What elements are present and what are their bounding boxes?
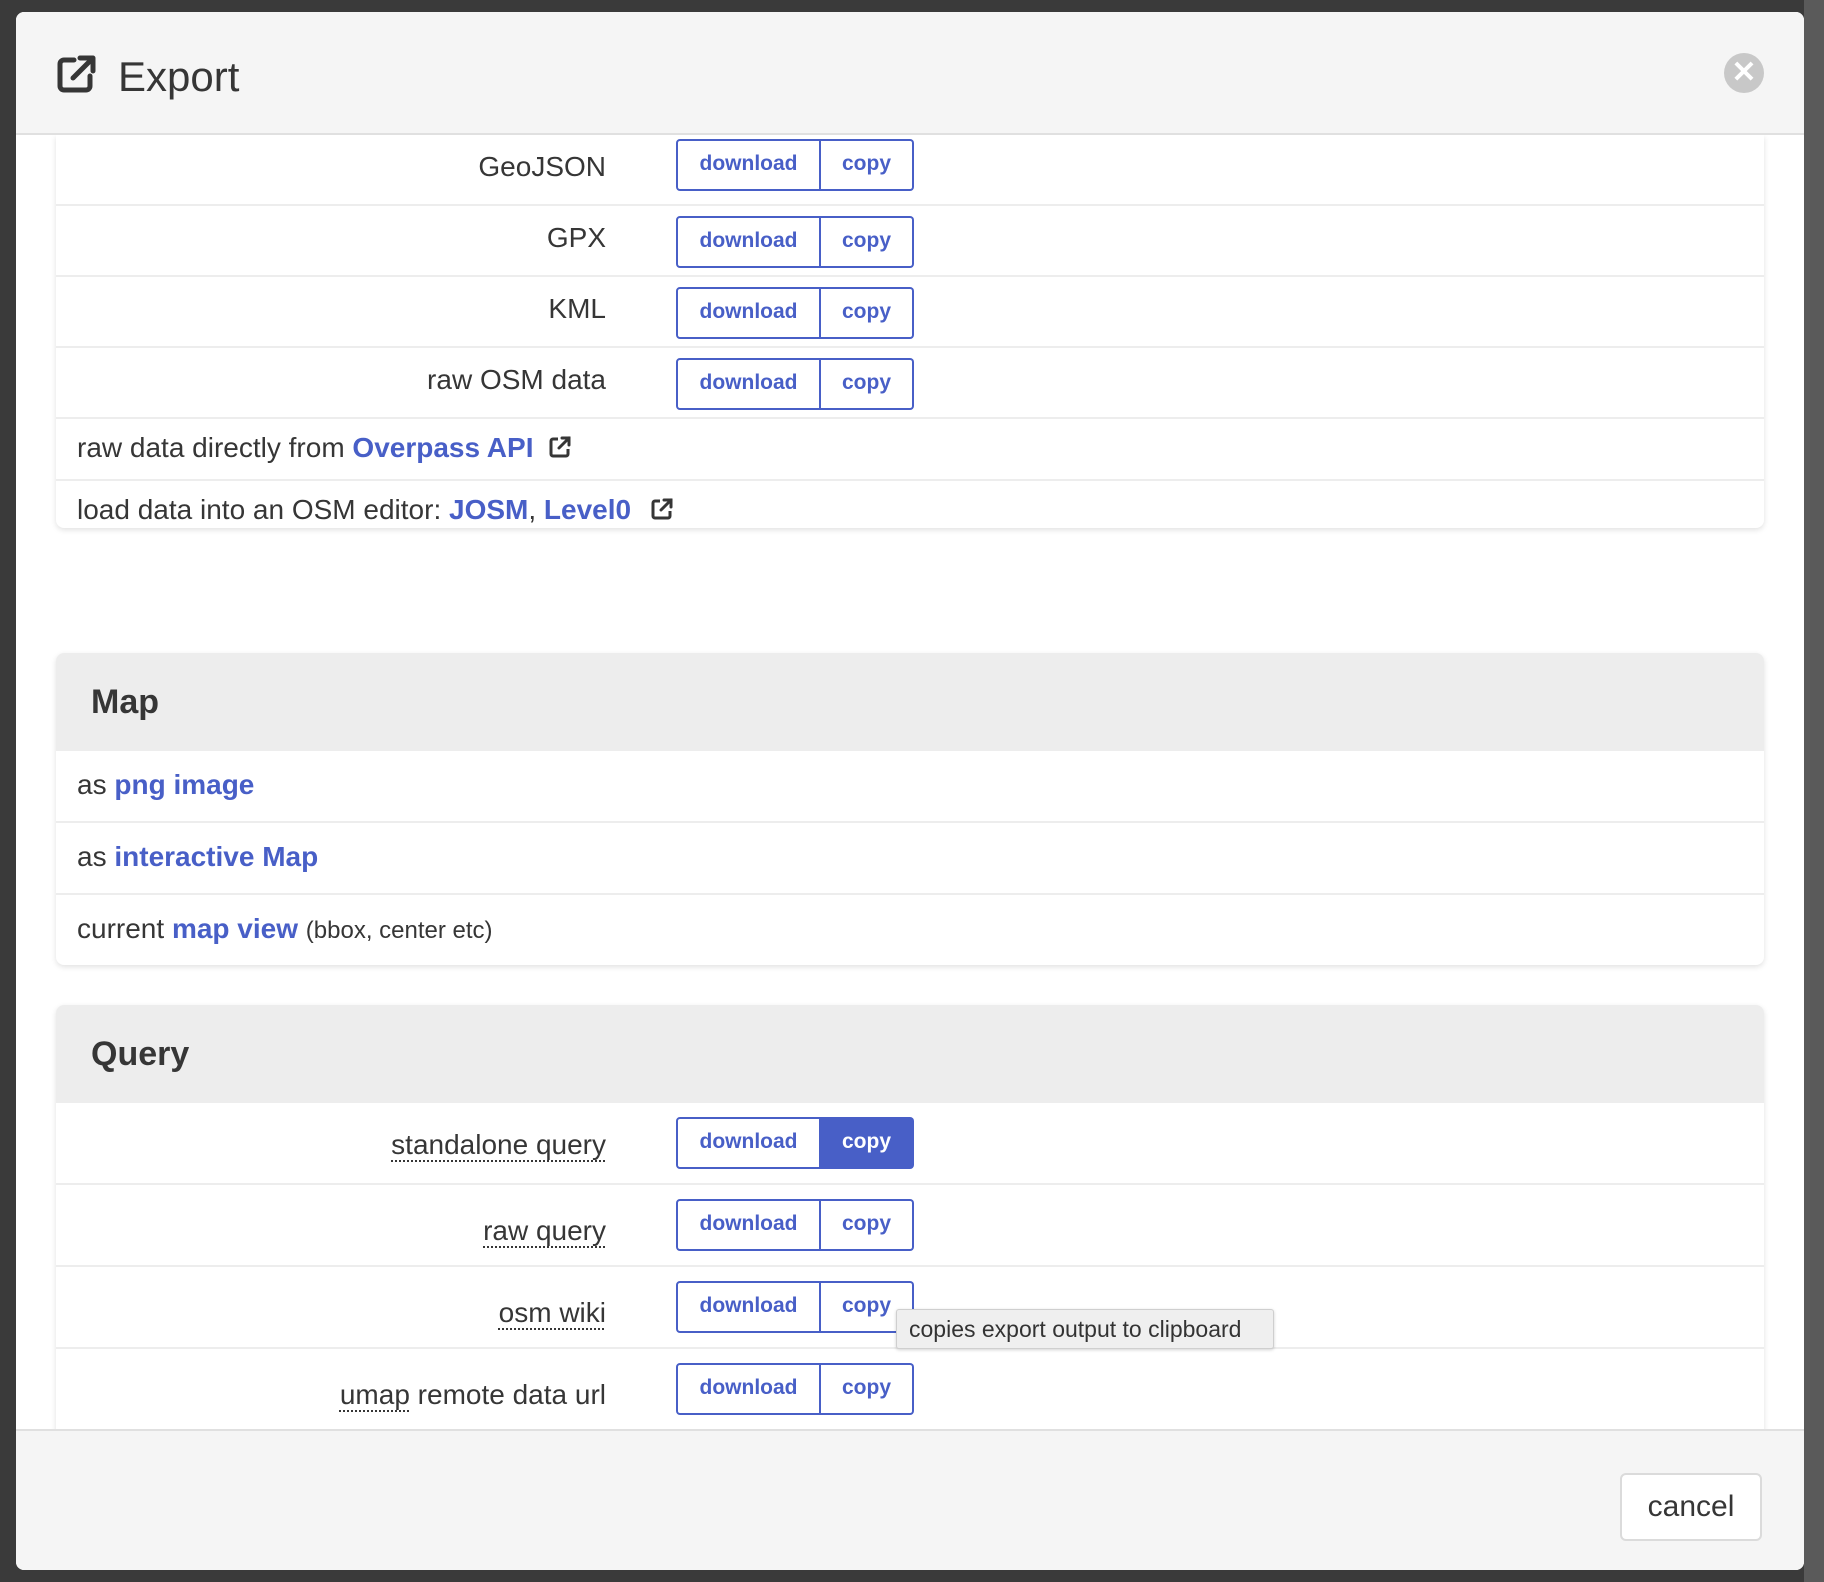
query-panel: Query standalone query download copy raw… xyxy=(56,1005,1764,1429)
download-button[interactable]: download xyxy=(676,287,821,339)
export-row-kml: KML download copy xyxy=(56,277,1764,348)
page-backdrop xyxy=(1804,0,1824,1582)
download-button[interactable]: download xyxy=(676,358,821,410)
josm-link[interactable]: JOSM xyxy=(449,494,528,525)
format-label: KML xyxy=(548,293,606,324)
download-button[interactable]: download xyxy=(676,1363,821,1415)
map-view-suffix: (bbox, center etc) xyxy=(305,917,493,944)
editor-row: load data into an OSM editor: JOSM, Leve… xyxy=(56,481,1764,528)
download-button[interactable]: download xyxy=(676,1117,821,1169)
copy-button[interactable]: copy xyxy=(821,1199,914,1251)
query-label: standalone query xyxy=(391,1129,606,1160)
dialog-title: Export xyxy=(118,53,240,100)
umap-abbr: umap xyxy=(339,1379,410,1410)
overpass-prefix: raw data directly from xyxy=(77,432,345,463)
external-link-icon xyxy=(651,498,673,520)
overpass-api-link[interactable]: Overpass API xyxy=(352,432,533,463)
download-button[interactable]: download xyxy=(676,216,821,268)
export-row-geojson: GeoJSON download copy xyxy=(56,135,1764,206)
data-export-panel: GeoJSON download copy GPX download copy … xyxy=(56,135,1764,528)
editor-prefix: load data into an OSM editor: xyxy=(77,494,442,525)
cancel-button[interactable]: cancel xyxy=(1620,1473,1762,1541)
map-panel: Map as png image as interactive Map curr… xyxy=(56,653,1764,965)
png-prefix: as xyxy=(77,769,107,800)
query-heading: Query xyxy=(56,1005,1764,1103)
button-group: download copy xyxy=(676,1363,914,1415)
map-view-prefix: current xyxy=(77,913,165,944)
overpass-text: raw data directly from Overpass API xyxy=(77,432,573,464)
map-view-text: current map view (bbox, center etc) xyxy=(77,913,493,945)
copy-button[interactable]: copy xyxy=(821,216,914,268)
external-link-icon xyxy=(549,436,571,458)
button-group: download copy xyxy=(676,1199,914,1251)
dialog-footer: cancel xyxy=(16,1429,1804,1570)
copy-button[interactable]: copy xyxy=(821,139,914,191)
format-label: GeoJSON xyxy=(478,151,606,182)
interactive-map-row: as interactive Map xyxy=(56,823,1764,895)
button-group: download copy xyxy=(676,216,914,268)
download-button[interactable]: download xyxy=(676,1281,821,1333)
copy-button[interactable]: copy xyxy=(821,1117,914,1169)
png-row-text: as png image xyxy=(77,769,254,801)
dialog-header: Export ✕ xyxy=(16,12,1804,135)
png-image-row: as png image xyxy=(56,751,1764,823)
interactive-prefix: as xyxy=(77,841,107,872)
format-label: raw OSM data xyxy=(427,364,606,395)
format-label: GPX xyxy=(546,222,606,253)
close-icon: ✕ xyxy=(1731,56,1757,89)
umap-label-rest: remote data url xyxy=(417,1379,606,1410)
interactive-map-link[interactable]: interactive Map xyxy=(114,841,318,872)
png-image-link[interactable]: png image xyxy=(114,769,254,800)
query-label: umap remote data url xyxy=(340,1379,606,1411)
button-group: download copy xyxy=(676,358,914,410)
button-group: download copy xyxy=(676,287,914,339)
external-link-icon xyxy=(57,55,96,93)
map-view-row: current map view (bbox, center etc) xyxy=(56,895,1764,965)
overpass-row: raw data directly from Overpass API xyxy=(56,419,1764,481)
level0-link[interactable]: Level0 xyxy=(544,494,631,525)
export-dialog: Export ✕ GeoJSON download copy GPX downl… xyxy=(16,12,1804,1570)
editor-separator: , xyxy=(528,494,537,525)
query-row-umap: umap remote data url download copy xyxy=(56,1349,1764,1429)
copy-tooltip: copies export output to clipboard xyxy=(896,1309,1274,1349)
map-heading: Map xyxy=(56,653,1764,751)
query-label: osm wiki xyxy=(498,1297,606,1328)
copy-button[interactable]: copy xyxy=(821,1363,914,1415)
copy-button[interactable]: copy xyxy=(821,287,914,339)
download-button[interactable]: download xyxy=(676,139,821,191)
interactive-row-text: as interactive Map xyxy=(77,841,318,873)
query-row-raw: raw query download copy xyxy=(56,1185,1764,1267)
export-row-raw-osm: raw OSM data download copy xyxy=(56,348,1764,419)
button-group: download copy xyxy=(676,1281,914,1333)
close-button[interactable]: ✕ xyxy=(1724,53,1764,93)
query-label: raw query xyxy=(483,1215,606,1246)
export-row-gpx: GPX download copy xyxy=(56,206,1764,277)
dialog-body[interactable]: GeoJSON download copy GPX download copy … xyxy=(16,135,1804,1429)
map-view-link[interactable]: map view xyxy=(172,913,298,944)
download-button[interactable]: download xyxy=(676,1199,821,1251)
button-group: download copy xyxy=(676,139,914,191)
button-group: download copy xyxy=(676,1117,914,1169)
editor-text: load data into an OSM editor: JOSM, Leve… xyxy=(77,494,675,526)
query-row-standalone: standalone query download copy xyxy=(56,1103,1764,1185)
copy-button[interactable]: copy xyxy=(821,358,914,410)
